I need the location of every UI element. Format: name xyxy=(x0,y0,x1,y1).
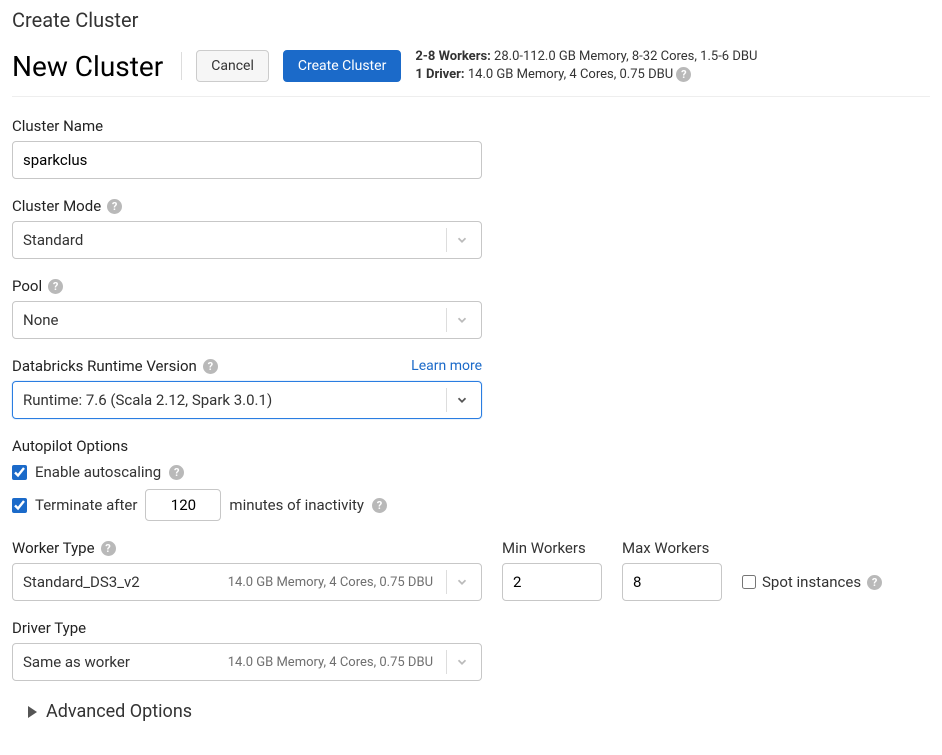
divider xyxy=(181,52,182,80)
learn-more-link[interactable]: Learn more xyxy=(411,358,482,374)
cluster-mode-label: Cluster Mode ? xyxy=(12,197,930,215)
pool-value: None xyxy=(23,311,59,329)
runtime-group: Databricks Runtime Version ? Learn more … xyxy=(12,357,930,419)
cluster-name-input[interactable] xyxy=(12,141,482,179)
terminate-minutes-input[interactable] xyxy=(145,489,221,521)
cluster-name-label: Cluster Name xyxy=(12,117,930,135)
cluster-mode-label-text: Cluster Mode xyxy=(12,197,101,215)
select-separator xyxy=(446,388,447,412)
cluster-mode-value: Standard xyxy=(23,231,83,249)
max-workers-input[interactable] xyxy=(622,563,722,601)
pool-group: Pool ? None xyxy=(12,277,930,339)
help-icon[interactable]: ? xyxy=(107,199,122,214)
autopilot-label: Autopilot Options xyxy=(12,437,930,455)
terminate-row: Terminate after minutes of inactivity ? xyxy=(12,489,930,521)
select-separator xyxy=(446,650,447,674)
min-workers-label: Min Workers xyxy=(502,539,602,557)
help-icon[interactable]: ? xyxy=(203,359,218,374)
summary-driver-label: 1 Driver: xyxy=(415,67,464,82)
min-workers-input[interactable] xyxy=(502,563,602,601)
driver-type-select[interactable]: Same as worker 14.0 GB Memory, 4 Cores, … xyxy=(12,643,482,681)
chevron-down-icon xyxy=(455,233,469,247)
worker-group: Worker Type ? Standard_DS3_v2 14.0 GB Me… xyxy=(12,539,930,601)
driver-type-label: Driver Type xyxy=(12,619,930,637)
select-separator xyxy=(446,228,447,252)
runtime-label: Databricks Runtime Version ? xyxy=(12,357,218,375)
select-separator xyxy=(446,570,447,594)
page-title: Create Cluster xyxy=(12,8,930,32)
help-icon[interactable]: ? xyxy=(169,465,184,480)
worker-type-label: Worker Type ? xyxy=(12,539,482,557)
runtime-label-text: Databricks Runtime Version xyxy=(12,357,197,375)
divider-horizontal xyxy=(12,96,930,97)
header-title: New Cluster xyxy=(12,50,163,83)
pool-label: Pool ? xyxy=(12,277,930,295)
terminate-prefix: Terminate after xyxy=(35,496,137,514)
advanced-options-label: Advanced Options xyxy=(46,701,192,722)
summary-driver-detail: 14.0 GB Memory, 4 Cores, 0.75 DBU xyxy=(468,67,673,82)
worker-type-value: Standard_DS3_v2 xyxy=(23,573,140,591)
help-icon[interactable]: ? xyxy=(48,279,63,294)
max-workers-label: Max Workers xyxy=(622,539,722,557)
chevron-down-icon xyxy=(455,393,469,407)
create-cluster-button[interactable]: Create Cluster xyxy=(283,50,401,82)
terminate-suffix: minutes of inactivity xyxy=(229,496,364,514)
cluster-mode-select[interactable]: Standard xyxy=(12,221,482,259)
cancel-button[interactable]: Cancel xyxy=(196,50,269,82)
spot-instances-checkbox[interactable] xyxy=(742,575,756,589)
chevron-down-icon xyxy=(455,575,469,589)
advanced-options-toggle[interactable]: Advanced Options xyxy=(12,701,930,722)
help-icon[interactable]: ? xyxy=(101,541,116,556)
help-icon[interactable]: ? xyxy=(372,498,387,513)
caret-right-icon xyxy=(28,706,38,718)
autoscale-label: Enable autoscaling xyxy=(35,463,161,481)
cluster-name-group: Cluster Name xyxy=(12,117,930,179)
chevron-down-icon xyxy=(455,313,469,327)
autopilot-group: Autopilot Options Enable autoscaling ? T… xyxy=(12,437,930,521)
resource-summary: 2-8 Workers: 28.0-112.0 GB Memory, 8-32 … xyxy=(415,48,757,84)
chevron-down-icon xyxy=(455,655,469,669)
worker-type-select[interactable]: Standard_DS3_v2 14.0 GB Memory, 4 Cores,… xyxy=(12,563,482,601)
select-separator xyxy=(446,308,447,332)
driver-group: Driver Type Same as worker 14.0 GB Memor… xyxy=(12,619,930,681)
spot-row: Spot instances ? xyxy=(742,563,882,601)
help-icon[interactable]: ? xyxy=(676,67,691,82)
summary-workers-detail: 28.0-112.0 GB Memory, 8-32 Cores, 1.5-6 … xyxy=(494,49,757,64)
pool-label-text: Pool xyxy=(12,277,42,295)
runtime-select[interactable]: Runtime: 7.6 (Scala 2.12, Spark 3.0.1) xyxy=(12,381,482,419)
summary-workers-label: 2-8 Workers: xyxy=(415,49,491,64)
runtime-value: Runtime: 7.6 (Scala 2.12, Spark 3.0.1) xyxy=(23,391,272,409)
header: New Cluster Cancel Create Cluster 2-8 Wo… xyxy=(12,48,930,84)
cluster-form: Cluster Name Cluster Mode ? Standard Poo… xyxy=(12,117,930,722)
terminate-checkbox[interactable] xyxy=(12,498,27,513)
driver-type-value: Same as worker xyxy=(23,653,130,671)
autoscale-row: Enable autoscaling ? xyxy=(12,463,930,481)
worker-type-meta: 14.0 GB Memory, 4 Cores, 0.75 DBU xyxy=(228,575,433,590)
spot-instances-label: Spot instances xyxy=(762,573,861,591)
worker-type-label-text: Worker Type xyxy=(12,539,95,557)
pool-select[interactable]: None xyxy=(12,301,482,339)
autoscale-checkbox[interactable] xyxy=(12,465,27,480)
cluster-mode-group: Cluster Mode ? Standard xyxy=(12,197,930,259)
help-icon[interactable]: ? xyxy=(867,575,882,590)
driver-type-meta: 14.0 GB Memory, 4 Cores, 0.75 DBU xyxy=(228,655,433,670)
